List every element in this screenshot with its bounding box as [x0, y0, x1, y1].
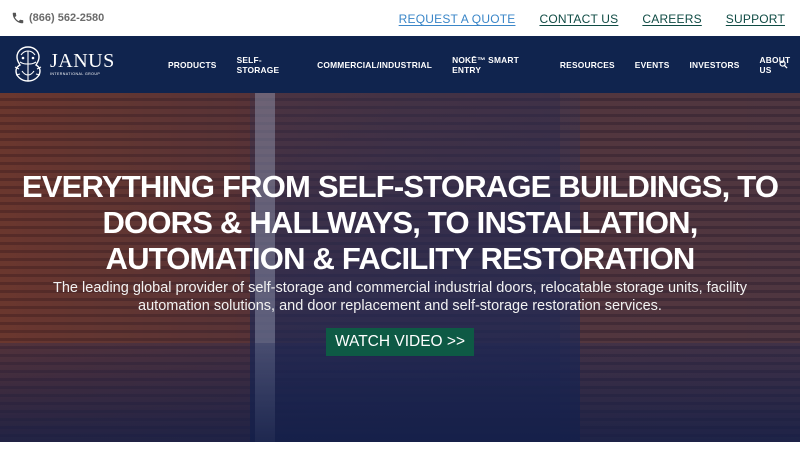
careers-link[interactable]: CAREERS — [642, 12, 701, 26]
nav-item-resources[interactable]: RESOURCES — [560, 60, 615, 70]
support-link[interactable]: SUPPORT — [726, 12, 785, 26]
main-navigation: JANUS INTERNATIONAL GROUP PRODUCTS SELF-… — [0, 36, 800, 93]
nav-menu: PRODUCTS SELF-STORAGE COMMERCIAL/INDUSTR… — [168, 36, 800, 93]
watch-video-button[interactable]: WATCH VIDEO >> — [326, 328, 474, 356]
nav-item-investors[interactable]: INVESTORS — [690, 60, 740, 70]
request-quote-link[interactable]: REQUEST A QUOTE — [399, 12, 516, 26]
logo-name: JANUS — [50, 50, 115, 73]
utility-bar: (866) 562-2580 REQUEST A QUOTE CONTACT U… — [0, 0, 800, 36]
utility-links: REQUEST A QUOTE CONTACT US CAREERS SUPPO… — [399, 12, 785, 26]
search-icon[interactable] — [779, 60, 788, 69]
logo-subtitle: INTERNATIONAL GROUP — [50, 72, 101, 77]
janus-emblem-icon — [14, 46, 42, 82]
nav-item-commercial-industrial[interactable]: COMMERCIAL/INDUSTRIAL — [317, 60, 432, 70]
nav-item-events[interactable]: EVENTS — [635, 60, 670, 70]
logo-wordmark: JANUS INTERNATIONAL GROUP — [50, 51, 115, 77]
hero-banner: EVERYTHING FROM SELF-STORAGE BUILDINGS, … — [0, 93, 800, 442]
janus-logo[interactable]: JANUS INTERNATIONAL GROUP — [10, 45, 122, 83]
nav-item-noke-smart-entry[interactable]: NOKĒ™ SMART ENTRY — [452, 55, 540, 75]
phone-icon — [12, 12, 24, 24]
nav-item-self-storage[interactable]: SELF-STORAGE — [237, 55, 298, 75]
hero-headline: EVERYTHING FROM SELF-STORAGE BUILDINGS, … — [21, 169, 779, 276]
phone-number[interactable]: (866) 562-2580 — [29, 12, 104, 24]
phone-contact[interactable]: (866) 562-2580 — [11, 11, 104, 25]
page-content-start — [0, 442, 800, 450]
contact-us-link[interactable]: CONTACT US — [539, 12, 618, 26]
hero-description: The leading global provider of self-stor… — [53, 280, 747, 314]
nav-item-products[interactable]: PRODUCTS — [168, 60, 217, 70]
